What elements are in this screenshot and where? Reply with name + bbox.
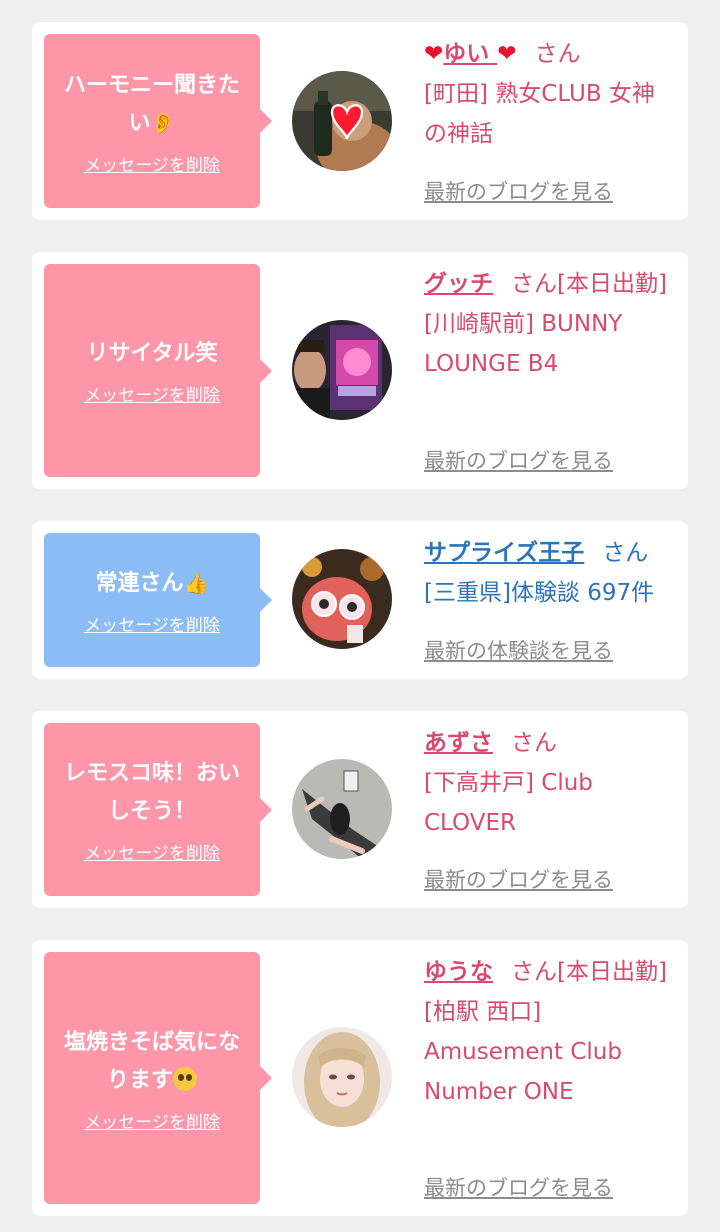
sender-name-link[interactable]: あずさ bbox=[424, 730, 493, 756]
honorific: さん bbox=[602, 540, 649, 566]
message-card: ハーモニー聞きたい👂 メッセージを削除 ❤ゆい ❤ さん [町田] 熟女CLUB … bbox=[32, 22, 688, 220]
message-text: レモスコ味！おいしそう！ bbox=[63, 761, 240, 824]
message-bubble: 常連さん👍 メッセージを削除 bbox=[44, 533, 272, 667]
latest-review-link[interactable]: 最新の体験談を見る bbox=[424, 635, 613, 665]
sender-info: サプライズ王子 さん [三重県]体験談 697件 bbox=[424, 533, 674, 613]
honorific: さん bbox=[511, 730, 557, 756]
message-card: リサイタル笑 メッセージを削除 グッチ さん[本日出勤] [川崎駅前] BUNNY… bbox=[32, 252, 688, 489]
attendance-status: [本日出勤] bbox=[557, 271, 667, 297]
latest-blog-link[interactable]: 最新のブログを見る bbox=[424, 864, 613, 894]
message-text: 塩焼きそば気になります bbox=[63, 1029, 240, 1093]
honorific: さん bbox=[511, 959, 557, 985]
thumbs-up-emoji: 👍 bbox=[183, 570, 209, 595]
message-list: ハーモニー聞きたい👂 メッセージを削除 ❤ゆい ❤ さん [町田] 熟女CLUB … bbox=[0, 0, 720, 1232]
sender-info: ゆうな さん[本日出勤] [柏駅 西口] Amusement Club Numbe… bbox=[424, 952, 674, 1112]
sender-name-link[interactable]: サプライズ王子 bbox=[424, 540, 584, 566]
latest-blog-link[interactable]: 最新のブログを見る bbox=[424, 176, 613, 206]
sender-name-link[interactable]: ❤ゆい ❤ bbox=[424, 41, 517, 67]
shop-name: [柏駅 西口] Amusement Club Number ONE bbox=[424, 999, 622, 1105]
heart-icon: ❤ bbox=[497, 41, 517, 67]
delete-message-link[interactable]: メッセージを削除 bbox=[84, 151, 220, 176]
sender-info: あずさ さん [下高井戸] Club CLOVER bbox=[424, 723, 674, 843]
heart-icon: ❤ bbox=[424, 41, 444, 67]
delete-message-link[interactable]: メッセージを削除 bbox=[84, 1108, 220, 1133]
sender-info: ❤ゆい ❤ さん [町田] 熟女CLUB 女神の神話 bbox=[424, 34, 674, 154]
message-card: 常連さん👍 メッセージを削除 サプライズ王子 さん [三重県]体験談 697件 最… bbox=[32, 521, 688, 679]
message-text: 常連さん👍 bbox=[95, 570, 209, 596]
message-text: ハーモニー聞きたい👂 bbox=[63, 72, 240, 136]
pleading-face-emoji bbox=[173, 1066, 197, 1091]
delete-message-link[interactable]: メッセージを削除 bbox=[84, 611, 220, 636]
message-card: 塩焼きそば気になります メッセージを削除 ゆうな さん[本日出勤] [柏駅 西口]… bbox=[32, 940, 688, 1216]
honorific: さん bbox=[511, 271, 557, 297]
message-bubble: 塩焼きそば気になります メッセージを削除 bbox=[44, 952, 272, 1204]
honorific: さん bbox=[534, 41, 581, 67]
latest-blog-link[interactable]: 最新のブログを見る bbox=[424, 1172, 613, 1202]
message-text: リサイタル笑 bbox=[86, 341, 218, 366]
message-bubble: ハーモニー聞きたい👂 メッセージを削除 bbox=[44, 34, 272, 208]
avatar[interactable] bbox=[292, 320, 392, 420]
avatar[interactable] bbox=[292, 71, 392, 171]
message-bubble: リサイタル笑 メッセージを削除 bbox=[44, 264, 272, 477]
shop-name: [下高井戸] Club CLOVER bbox=[424, 770, 593, 836]
latest-blog-link[interactable]: 最新のブログを見る bbox=[424, 445, 613, 475]
review-count: [三重県]体験談 697件 bbox=[424, 580, 655, 606]
ear-emoji: 👂 bbox=[150, 110, 176, 135]
sender-name-link[interactable]: グッチ bbox=[424, 271, 493, 297]
sender-name-link[interactable]: ゆうな bbox=[424, 959, 493, 985]
shop-name: [町田] 熟女CLUB 女神の神話 bbox=[424, 81, 655, 147]
avatar[interactable] bbox=[292, 759, 392, 859]
attendance-status: [本日出勤] bbox=[557, 959, 667, 985]
avatar[interactable] bbox=[292, 1027, 392, 1127]
sender-info: グッチ さん[本日出勤] [川崎駅前] BUNNY LOUNGE B4 bbox=[424, 264, 674, 384]
message-bubble: レモスコ味！おいしそう！ メッセージを削除 bbox=[44, 723, 272, 896]
shop-name: [川崎駅前] BUNNY LOUNGE B4 bbox=[424, 311, 623, 377]
delete-message-link[interactable]: メッセージを削除 bbox=[84, 381, 220, 406]
avatar[interactable] bbox=[292, 549, 392, 649]
message-card: レモスコ味！おいしそう！ メッセージを削除 あずさ さん [下高井戸] Club … bbox=[32, 711, 688, 908]
delete-message-link[interactable]: メッセージを削除 bbox=[84, 839, 220, 864]
